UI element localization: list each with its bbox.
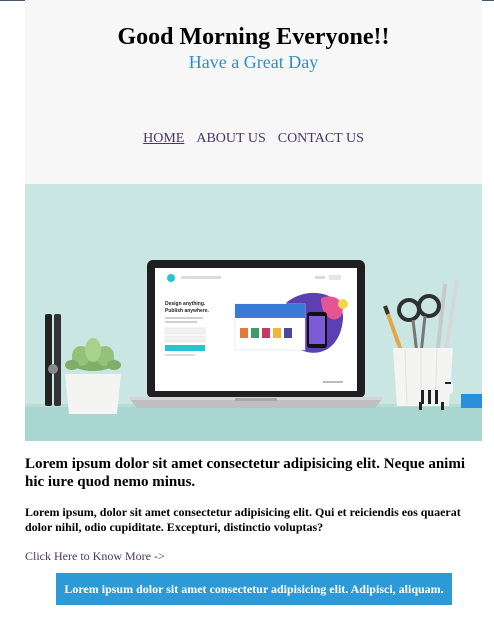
site-title: Good Morning Everyone!! <box>117 24 390 50</box>
blue-block-icon <box>461 394 482 408</box>
screen-headline-1: Design anything. <box>165 301 206 307</box>
nav-contact-us[interactable]: CONTACT US <box>278 131 364 147</box>
cta-button[interactable]: Lorem ipsum dolor sit amet consectetur a… <box>56 573 452 605</box>
content-paragraph: Lorem ipsum, dolor sit amet consectetur … <box>25 505 461 534</box>
hero-illustration: Design anything. Publish anywhere. <box>25 184 482 441</box>
hero-image: Design anything. Publish anywhere. <box>25 184 482 441</box>
site-tagline: Have a Great Day <box>188 52 319 72</box>
screen-headline-2: Publish anywhere. <box>165 308 210 314</box>
main-nav: HOME ABOUT US CONTACT US <box>25 131 482 147</box>
site-header: Good Morning Everyone!! Have a Great Day… <box>25 0 482 184</box>
content-headline: Lorem ipsum dolor sit amet consectetur a… <box>25 456 465 490</box>
nav-home[interactable]: HOME <box>143 131 184 147</box>
nav-about-us[interactable]: ABOUT US <box>196 131 265 147</box>
content-section: Lorem ipsum dolor sit amet consectetur a… <box>25 455 465 564</box>
page-container: Good Morning Everyone!! Have a Great Day… <box>25 0 482 441</box>
know-more-link[interactable]: Click Here to Know More -> <box>25 549 465 564</box>
laptop-icon: Design anything. Publish anywhere. <box>129 260 383 408</box>
